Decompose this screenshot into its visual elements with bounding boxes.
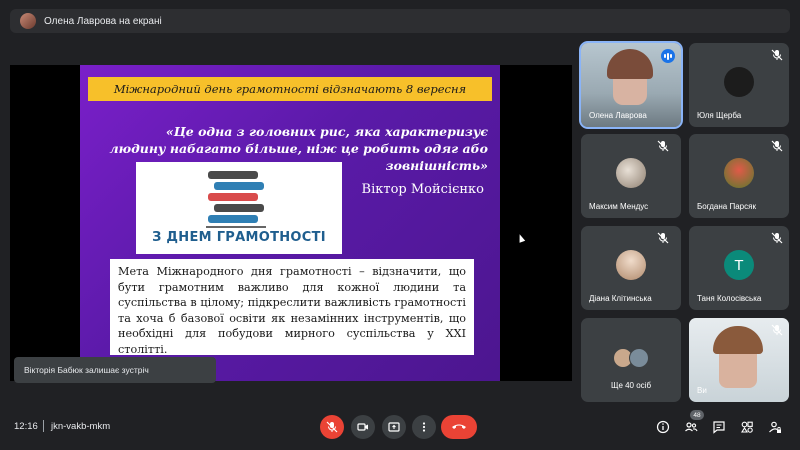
stacked-avatars (613, 348, 649, 368)
participants-button[interactable] (682, 418, 700, 436)
participant-tile-olena[interactable]: Олена Лаврова (579, 41, 683, 129)
presenter-label: Олена Лаврова на екрані (44, 15, 162, 27)
presenter-avatar (20, 13, 36, 29)
participant-tile-bohdana[interactable]: Богдана Парсяк (689, 134, 789, 218)
meeting-code: jkn-vakb-mkm (51, 421, 111, 432)
book-image: З ДНЕМ ГРАМОТНОСТІ (136, 162, 342, 254)
chat-icon (713, 421, 725, 434)
avatar (629, 348, 649, 368)
participant-name: Ви (697, 386, 707, 395)
participant-tile-yulia[interactable]: Юля Щерба (689, 43, 789, 127)
mic-off-icon (771, 324, 783, 336)
info-icon (656, 420, 670, 434)
participant-avatar: Т (724, 250, 754, 280)
participant-name: Олена Лаврова (589, 111, 647, 120)
more-participants-tile[interactable]: Ще 40 осіб (581, 318, 681, 402)
chat-button[interactable] (710, 418, 728, 436)
mic-off-icon (771, 232, 783, 244)
lock-person-icon (769, 421, 781, 433)
hang-up-button[interactable] (441, 415, 477, 439)
meeting-details-button[interactable] (654, 418, 672, 436)
mic-off-icon (326, 421, 338, 433)
camera-icon (357, 423, 368, 431)
more-vert-icon (422, 422, 426, 432)
participant-name: Богдана Парсяк (697, 202, 756, 211)
present-icon (388, 422, 400, 432)
participant-avatar (724, 67, 754, 97)
camera-toggle-button[interactable] (351, 415, 375, 439)
participant-name: Таня Колосівська (697, 294, 762, 303)
clock: 12:16 (14, 421, 38, 432)
participant-tile-maksym[interactable]: Максим Мендус (581, 134, 681, 218)
bottom-toolbar: 12:16 jkn-vakb-mkm (0, 408, 800, 450)
mic-off-icon (771, 49, 783, 61)
more-participants-label: Ще 40 осіб (610, 381, 652, 390)
shapes-icon (741, 421, 753, 433)
presentation-stage: Міжнародний день грамотності відзначають… (10, 65, 572, 381)
activities-button[interactable] (738, 418, 756, 436)
divider (43, 420, 44, 432)
phone-hangup-icon (452, 424, 466, 429)
self-view-tile[interactable]: Ви (689, 318, 789, 402)
mic-off-icon (657, 140, 669, 152)
speaking-indicator-icon (661, 49, 675, 63)
mic-toggle-button[interactable] (320, 415, 344, 439)
participant-tile-tanya[interactable]: Т Таня Колосівська (689, 226, 789, 310)
slide-author: Віктор Мойсієнко (361, 182, 484, 197)
leave-notification-toast: Вікторія Бабюк залишає зустріч (14, 357, 216, 383)
books-icon (206, 171, 266, 228)
shared-slide: Міжнародний день грамотності відзначають… (80, 65, 500, 381)
mic-off-icon (771, 140, 783, 152)
mic-off-icon (657, 232, 669, 244)
slide-body-text: Мета Міжнародного дня грамотності – відз… (110, 259, 474, 355)
slide-quote: «Це одна з головних рис, яка характеризу… (109, 124, 488, 173)
more-options-button[interactable] (412, 415, 436, 439)
book-caption: З ДНЕМ ГРАМОТНОСТІ (152, 230, 326, 245)
participant-tile-diana[interactable]: Діана Клітинська (581, 226, 681, 310)
participant-name: Діана Клітинська (589, 294, 652, 303)
people-icon (685, 422, 698, 432)
participant-avatar (724, 158, 754, 188)
participants-count-badge: 48 (690, 410, 704, 420)
participant-avatar (616, 250, 646, 280)
presenter-bar: Олена Лаврова на екрані (10, 9, 790, 33)
slide-header: Міжнародний день грамотності відзначають… (88, 77, 492, 101)
participant-avatar (616, 158, 646, 188)
present-screen-button[interactable] (382, 415, 406, 439)
host-controls-button[interactable] (766, 418, 784, 436)
participant-name: Максим Мендус (589, 202, 649, 211)
participant-name: Юля Щерба (697, 111, 742, 120)
